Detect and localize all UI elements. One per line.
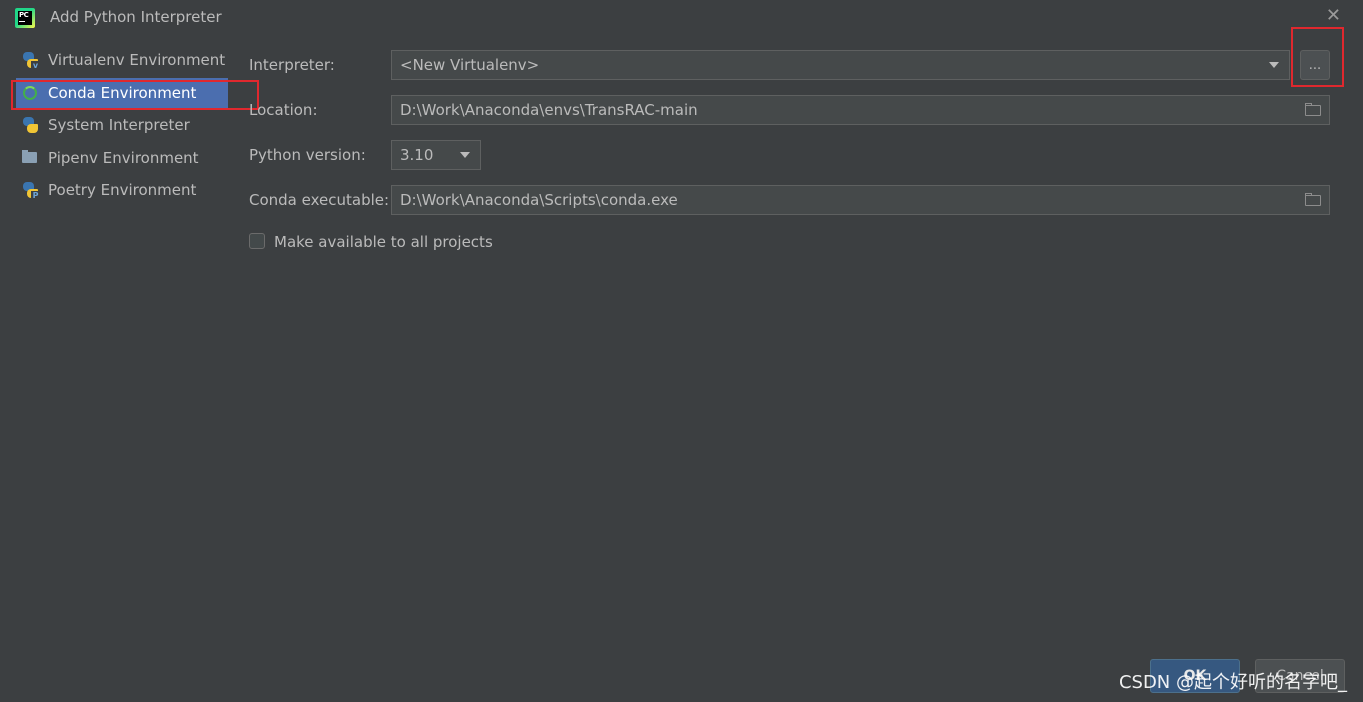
highlight-box-conda — [11, 80, 259, 110]
sidebar-item-pipenv[interactable]: Pipenv Environment — [16, 143, 228, 173]
conda-executable-input[interactable]: D:\Work\Anaconda\Scripts\conda.exe — [391, 185, 1330, 215]
interpreter-value: <New Virtualenv> — [400, 56, 540, 74]
make-available-checkbox[interactable] — [249, 233, 265, 249]
python-version-select[interactable]: 3.10 — [391, 140, 481, 170]
location-input[interactable]: D:\Work\Anaconda\envs\TransRAC-main — [391, 95, 1330, 125]
highlight-box-browse — [1291, 27, 1344, 87]
sidebar-item-label: Poetry Environment — [48, 181, 197, 199]
interpreter-label: Interpreter: — [249, 56, 335, 74]
python-icon — [20, 115, 40, 135]
sidebar-item-label: System Interpreter — [48, 116, 190, 134]
pycharm-logo-icon: PC — [15, 8, 35, 28]
chevron-down-icon — [1269, 62, 1279, 68]
conda-executable-value: D:\Work\Anaconda\Scripts\conda.exe — [400, 191, 678, 209]
interpreter-combobox[interactable]: <New Virtualenv> — [391, 50, 1290, 80]
sidebar-item-system[interactable]: System Interpreter — [16, 110, 228, 140]
sidebar-item-virtualenv[interactable]: v Virtualenv Environment — [16, 45, 228, 75]
python-icon: v — [20, 50, 40, 70]
python-icon: P — [20, 180, 40, 200]
dialog-title: Add Python Interpreter — [50, 8, 222, 26]
python-version-label: Python version: — [249, 146, 366, 164]
sidebar-item-poetry[interactable]: P Poetry Environment — [16, 175, 228, 205]
csdn-watermark: CSDN @起个好听的名字吧_ — [1118, 672, 1347, 693]
location-value: D:\Work\Anaconda\envs\TransRAC-main — [400, 101, 698, 119]
location-label: Location: — [249, 101, 318, 119]
chevron-down-icon — [460, 152, 470, 158]
sidebar-item-label: Pipenv Environment — [48, 149, 199, 167]
make-available-label: Make available to all projects — [274, 233, 493, 251]
close-icon[interactable]: ✕ — [1326, 6, 1341, 26]
sidebar-item-label: Virtualenv Environment — [48, 51, 226, 69]
python-version-value: 3.10 — [400, 146, 434, 164]
conda-executable-label: Conda executable: — [249, 191, 390, 209]
folder-icon[interactable] — [1305, 193, 1323, 207]
pipenv-icon — [20, 148, 40, 168]
folder-icon[interactable] — [1305, 103, 1323, 117]
